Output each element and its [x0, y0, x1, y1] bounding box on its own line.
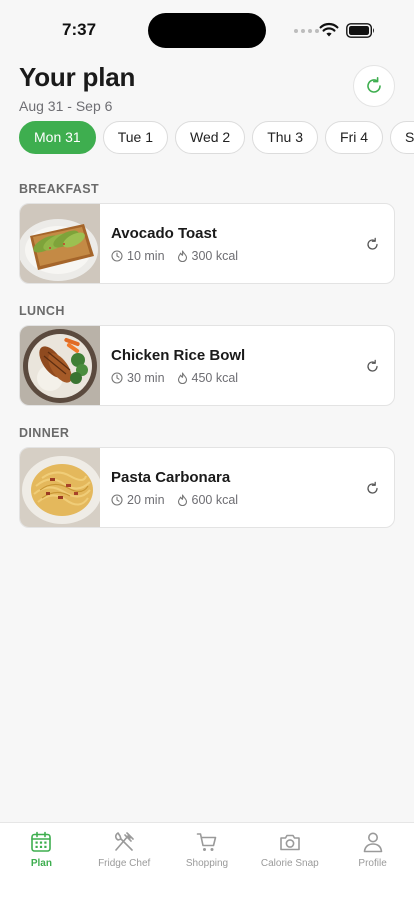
regenerate-plan-button[interactable] — [353, 65, 395, 107]
section-label-breakfast: BREAKFAST — [19, 182, 99, 196]
tab-profile[interactable]: Profile — [331, 823, 414, 900]
day-tab-label: Tue 1 — [117, 129, 153, 145]
day-tab-thu[interactable]: Thu 3 — [252, 121, 319, 154]
swap-meal-button[interactable] — [363, 235, 381, 253]
status-time: 7:37 — [62, 20, 97, 39]
tab-fridge-chef[interactable]: Fridge Chef — [83, 823, 166, 900]
day-selector: Mon 31 Tue 1 Wed 2 Thu 3 Fri 4 Sat 5 — [19, 121, 414, 155]
day-tab-label: Sat 5 — [405, 129, 414, 145]
meal-meta: 10 min 300 kcal — [111, 249, 250, 263]
flame-icon — [177, 372, 187, 384]
page-title: Your plan — [19, 62, 136, 92]
meal-calories-value: 600 kcal — [191, 493, 239, 507]
meal-time: 20 min — [111, 493, 165, 507]
cart-icon — [196, 833, 217, 851]
day-tab-wed[interactable]: Wed 2 — [174, 121, 246, 154]
tab-plan[interactable]: Plan — [0, 823, 83, 900]
swap-meal-button[interactable] — [363, 357, 381, 375]
refresh-icon — [366, 237, 378, 250]
meal-time-value: 20 min — [127, 493, 165, 507]
date-range: Aug 31 - Sep 6 — [19, 98, 113, 114]
meal-calories: 300 kcal — [177, 249, 239, 263]
refresh-icon — [367, 77, 381, 93]
clock-icon — [111, 250, 123, 262]
day-tab-mon[interactable]: Mon 31 — [19, 121, 96, 154]
clock-icon — [111, 494, 123, 506]
page-header: Your plan Aug 31 - Sep 6 — [19, 62, 395, 114]
tab-label: Calorie Snap — [260, 858, 319, 869]
flame-icon — [177, 494, 187, 506]
utensils-icon — [115, 832, 134, 851]
meal-calories-value: 300 kcal — [191, 249, 239, 263]
day-tab-sat[interactable]: Sat 5 — [390, 121, 414, 154]
calendar-icon — [31, 831, 52, 852]
battery-icon — [346, 23, 374, 38]
camera-icon — [279, 834, 300, 851]
day-tab-tue[interactable]: Tue 1 — [102, 121, 168, 154]
meal-meta: 20 min 600 kcal — [111, 493, 250, 507]
day-tab-label: Thu 3 — [267, 129, 304, 145]
chicken-rice-bowl-image — [20, 326, 100, 405]
avocado-toast-image — [20, 204, 100, 283]
flame-icon — [177, 250, 187, 262]
meal-time: 10 min — [111, 249, 165, 263]
status-bar: 7:37 — [0, 0, 414, 60]
day-tab-label: Mon 31 — [34, 129, 81, 145]
bottom-tab-bar: Plan Fridge Chef Shopping Calorie Snap P… — [0, 822, 414, 900]
wifi-icon — [319, 22, 339, 37]
section-label-lunch: LUNCH — [19, 304, 65, 318]
meal-name: Avocado Toast — [111, 225, 217, 242]
meal-meta: 30 min 450 kcal — [111, 371, 250, 385]
day-tab-label: Wed 2 — [189, 129, 231, 145]
meal-card-dinner[interactable]: Pasta Carbonara 20 min 600 kcal — [19, 447, 395, 528]
meal-calories-value: 450 kcal — [191, 371, 239, 385]
dynamic-island — [148, 13, 266, 48]
meal-card-breakfast[interactable]: Avocado Toast 10 min 300 kcal — [19, 203, 395, 284]
pasta-carbonara-image — [20, 448, 100, 527]
meal-calories: 450 kcal — [177, 371, 239, 385]
tab-label: Fridge Chef — [98, 858, 151, 869]
tab-label: Profile — [358, 858, 387, 869]
refresh-icon — [366, 359, 378, 372]
tab-calorie-snap[interactable]: Calorie Snap — [248, 823, 331, 900]
section-label-dinner: DINNER — [19, 426, 70, 440]
person-icon — [363, 832, 382, 853]
swap-meal-button[interactable] — [363, 479, 381, 497]
refresh-icon — [366, 481, 378, 494]
meal-card-lunch[interactable]: Chicken Rice Bowl 30 min 450 kcal — [19, 325, 395, 406]
meal-time-value: 30 min — [127, 371, 165, 385]
meal-name: Pasta Carbonara — [111, 469, 231, 486]
tab-label: Shopping — [185, 858, 229, 869]
signal-dots-icon — [294, 29, 319, 33]
tab-label: Plan — [30, 858, 52, 869]
day-tab-fri[interactable]: Fri 4 — [325, 121, 384, 154]
meal-calories: 600 kcal — [177, 493, 239, 507]
tab-shopping[interactable]: Shopping — [166, 823, 249, 900]
meal-time-value: 10 min — [127, 249, 165, 263]
clock-icon — [111, 372, 123, 384]
day-tab-label: Fri 4 — [340, 129, 369, 145]
meal-name: Chicken Rice Bowl — [111, 347, 246, 364]
meal-time: 30 min — [111, 371, 165, 385]
